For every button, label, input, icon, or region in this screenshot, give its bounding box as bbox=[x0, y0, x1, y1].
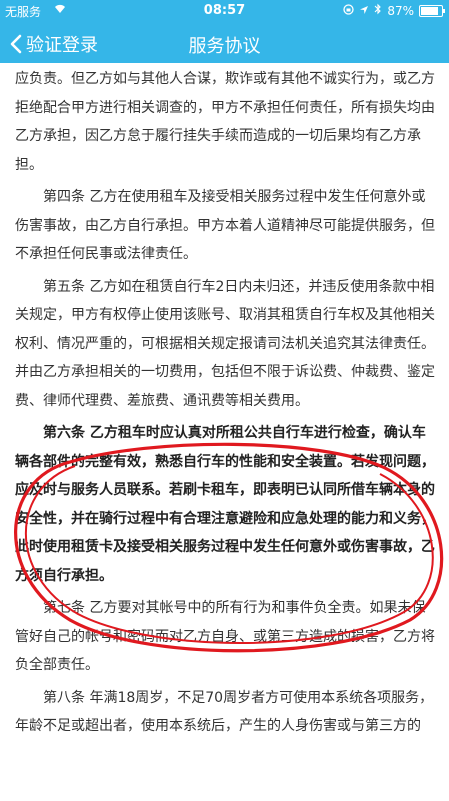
battery-icon bbox=[419, 4, 445, 17]
bluetooth-icon bbox=[374, 3, 382, 18]
paragraph-continuation: 应负责。但乙方如与其他人合谋，欺诈或有其他不诚实行为，或乙方拒绝配合甲方进行相关… bbox=[15, 71, 435, 173]
page-title: 服务协议 bbox=[188, 36, 261, 57]
paragraph-article-4: 第四条 乙方在使用租车及接受相关服务过程中发生任何意外或伤害事故，由乙方自行承担… bbox=[15, 189, 435, 262]
location-icon bbox=[359, 4, 369, 18]
lock-rotation-icon bbox=[343, 3, 354, 18]
status-bar: 无服务 08:57 87% bbox=[0, 0, 449, 22]
battery-percent: 87% bbox=[387, 3, 414, 18]
agreement-content[interactable]: 应负责。但乙方如与其他人合谋，欺诈或有其他不诚实行为，或乙方拒绝配合甲方进行相关… bbox=[0, 63, 449, 801]
paragraph-article-5: 第五条 乙方如在租赁自行车2日内未归还，并违反使用条款中相关规定，甲方有权停止使… bbox=[15, 278, 435, 409]
paragraph-article-8: 第八条 年满18周岁，不足70周岁者方可使用本系统各项服务，年龄不足或超出者，使… bbox=[15, 689, 434, 735]
paragraph-article-7: 第七条 乙方要对其帐号中的所有行为和事件负全责。如果未保管好自己的帐号和密码而对… bbox=[15, 600, 435, 673]
paragraph-article-6: 第六条 乙方租车时应认真对所租公共自行车进行检查，确认车辆各部件的完整有效，熟悉… bbox=[15, 425, 435, 584]
status-right: 87% bbox=[343, 3, 445, 18]
navigation-bar: 验证登录 服务协议 bbox=[0, 22, 449, 63]
agreement-text: 应负责。但乙方如与其他人合谋，欺诈或有其他不诚实行为，或乙方拒绝配合甲方进行相关… bbox=[15, 65, 435, 745]
app-header: 无服务 08:57 87% 验证登录 服务协议 bbox=[0, 0, 449, 63]
